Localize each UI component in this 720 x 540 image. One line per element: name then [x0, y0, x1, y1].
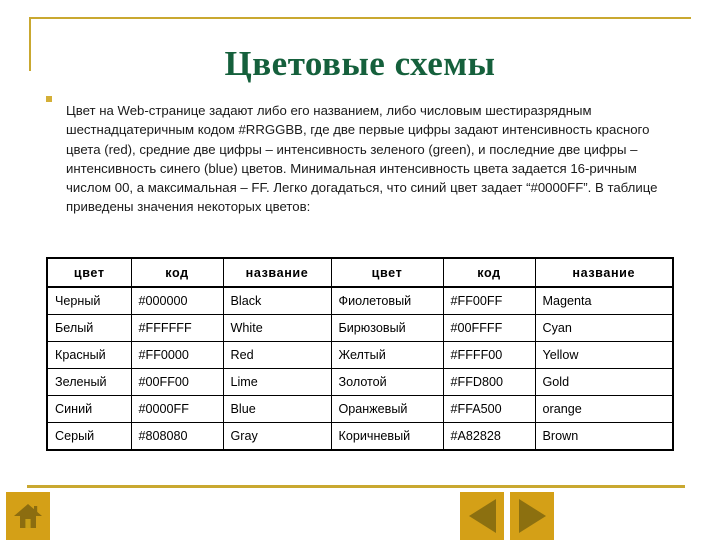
- page-title: Цветовые схемы: [224, 44, 496, 84]
- table-cell: Оранжевый: [330, 395, 444, 423]
- body-content-block: Цвет на Web-странице задают либо его наз…: [46, 88, 676, 230]
- table-column-header-3: название: [222, 257, 332, 288]
- table-cell: #808080: [130, 422, 224, 451]
- table-column-header-1: цвет: [46, 257, 132, 288]
- table-cell: Brown: [534, 422, 674, 451]
- table-body: Черный #000000 Black Фиолетовый #FF00FF Magen…: [46, 286, 674, 451]
- table-cell: #FFA500: [442, 395, 536, 423]
- triangle-right-icon: [518, 499, 546, 533]
- table-cell: #A82828: [442, 422, 536, 451]
- table-cell: #FF00FF: [442, 286, 536, 315]
- table-cell: Фиолетовый: [330, 286, 444, 315]
- table-cell: #FF0000: [130, 341, 224, 369]
- table-cell: Magenta: [534, 286, 674, 315]
- previous-slide-button[interactable]: [460, 492, 504, 540]
- table-cell: #00FFFF: [442, 314, 536, 342]
- table-cell: #0000FF: [130, 395, 224, 423]
- table-row: Красный #FF0000 Red Желтый #FFFF00 Yellow: [46, 341, 674, 369]
- table-row: Зеленый #00FF00 Lime Золотой #FFD800 Gold: [46, 368, 674, 396]
- table-cell: orange: [534, 395, 674, 423]
- table-row: Белый #FFFFFF White Бирюзовый #00FFFF Cyan: [46, 314, 674, 342]
- table-cell: Cyan: [534, 314, 674, 342]
- table-cell: Желтый: [330, 341, 444, 369]
- table-cell: White: [222, 314, 332, 342]
- home-icon: [14, 504, 42, 528]
- table-cell: Black: [222, 286, 332, 315]
- table-column-header-4: цвет: [330, 257, 444, 288]
- table-cell: #00FF00: [130, 368, 224, 396]
- table-row: Серый #808080 Gray Коричневый #A82828 Brown: [46, 422, 674, 451]
- body-paragraph: Цвет на Web-странице задают либо его наз…: [66, 103, 658, 215]
- table-cell: Lime: [222, 368, 332, 396]
- table-column-header-6: название: [534, 257, 674, 288]
- bullet-list-item: Цвет на Web-странице задают либо его наз…: [46, 88, 676, 230]
- table-column-header-5: код: [442, 257, 536, 288]
- table-cell: Коричневый: [330, 422, 444, 451]
- table-cell: Blue: [222, 395, 332, 423]
- table-cell: Красный: [46, 341, 132, 369]
- table-cell: #000000: [130, 286, 224, 315]
- color-reference-table: цвет код название цвет код название Черный #00…: [46, 257, 674, 451]
- table-cell: Gold: [534, 368, 674, 396]
- table-header-row: цвет код название цвет код название: [46, 257, 674, 288]
- table-cell: Yellow: [534, 341, 674, 369]
- table-cell: Red: [222, 341, 332, 369]
- table-cell: Синий: [46, 395, 132, 423]
- table-cell: Золотой: [330, 368, 444, 396]
- table-row: Черный #000000 Black Фиолетовый #FF00FF Magen…: [46, 286, 674, 315]
- triangle-left-icon: [468, 499, 496, 533]
- next-slide-button[interactable]: [510, 492, 554, 540]
- table-cell: #FFD800: [442, 368, 536, 396]
- table-cell: Зеленый: [46, 368, 132, 396]
- table-cell: #FFFFFF: [130, 314, 224, 342]
- table-cell: Бирюзовый: [330, 314, 444, 342]
- footer-divider: [27, 485, 685, 488]
- table-cell: Серый: [46, 422, 132, 451]
- table-row: Синий #0000FF Blue Оранжевый #FFA500 orange: [46, 395, 674, 423]
- square-bullet-icon: [46, 96, 52, 102]
- table-cell: #FFFF00: [442, 341, 536, 369]
- color-table-container: цвет код название цвет код название Черный #00…: [46, 257, 674, 451]
- table-cell: Gray: [222, 422, 332, 451]
- table-cell: Черный: [46, 286, 132, 315]
- home-button[interactable]: [6, 492, 50, 540]
- table-column-header-2: код: [130, 257, 224, 288]
- table-cell: Белый: [46, 314, 132, 342]
